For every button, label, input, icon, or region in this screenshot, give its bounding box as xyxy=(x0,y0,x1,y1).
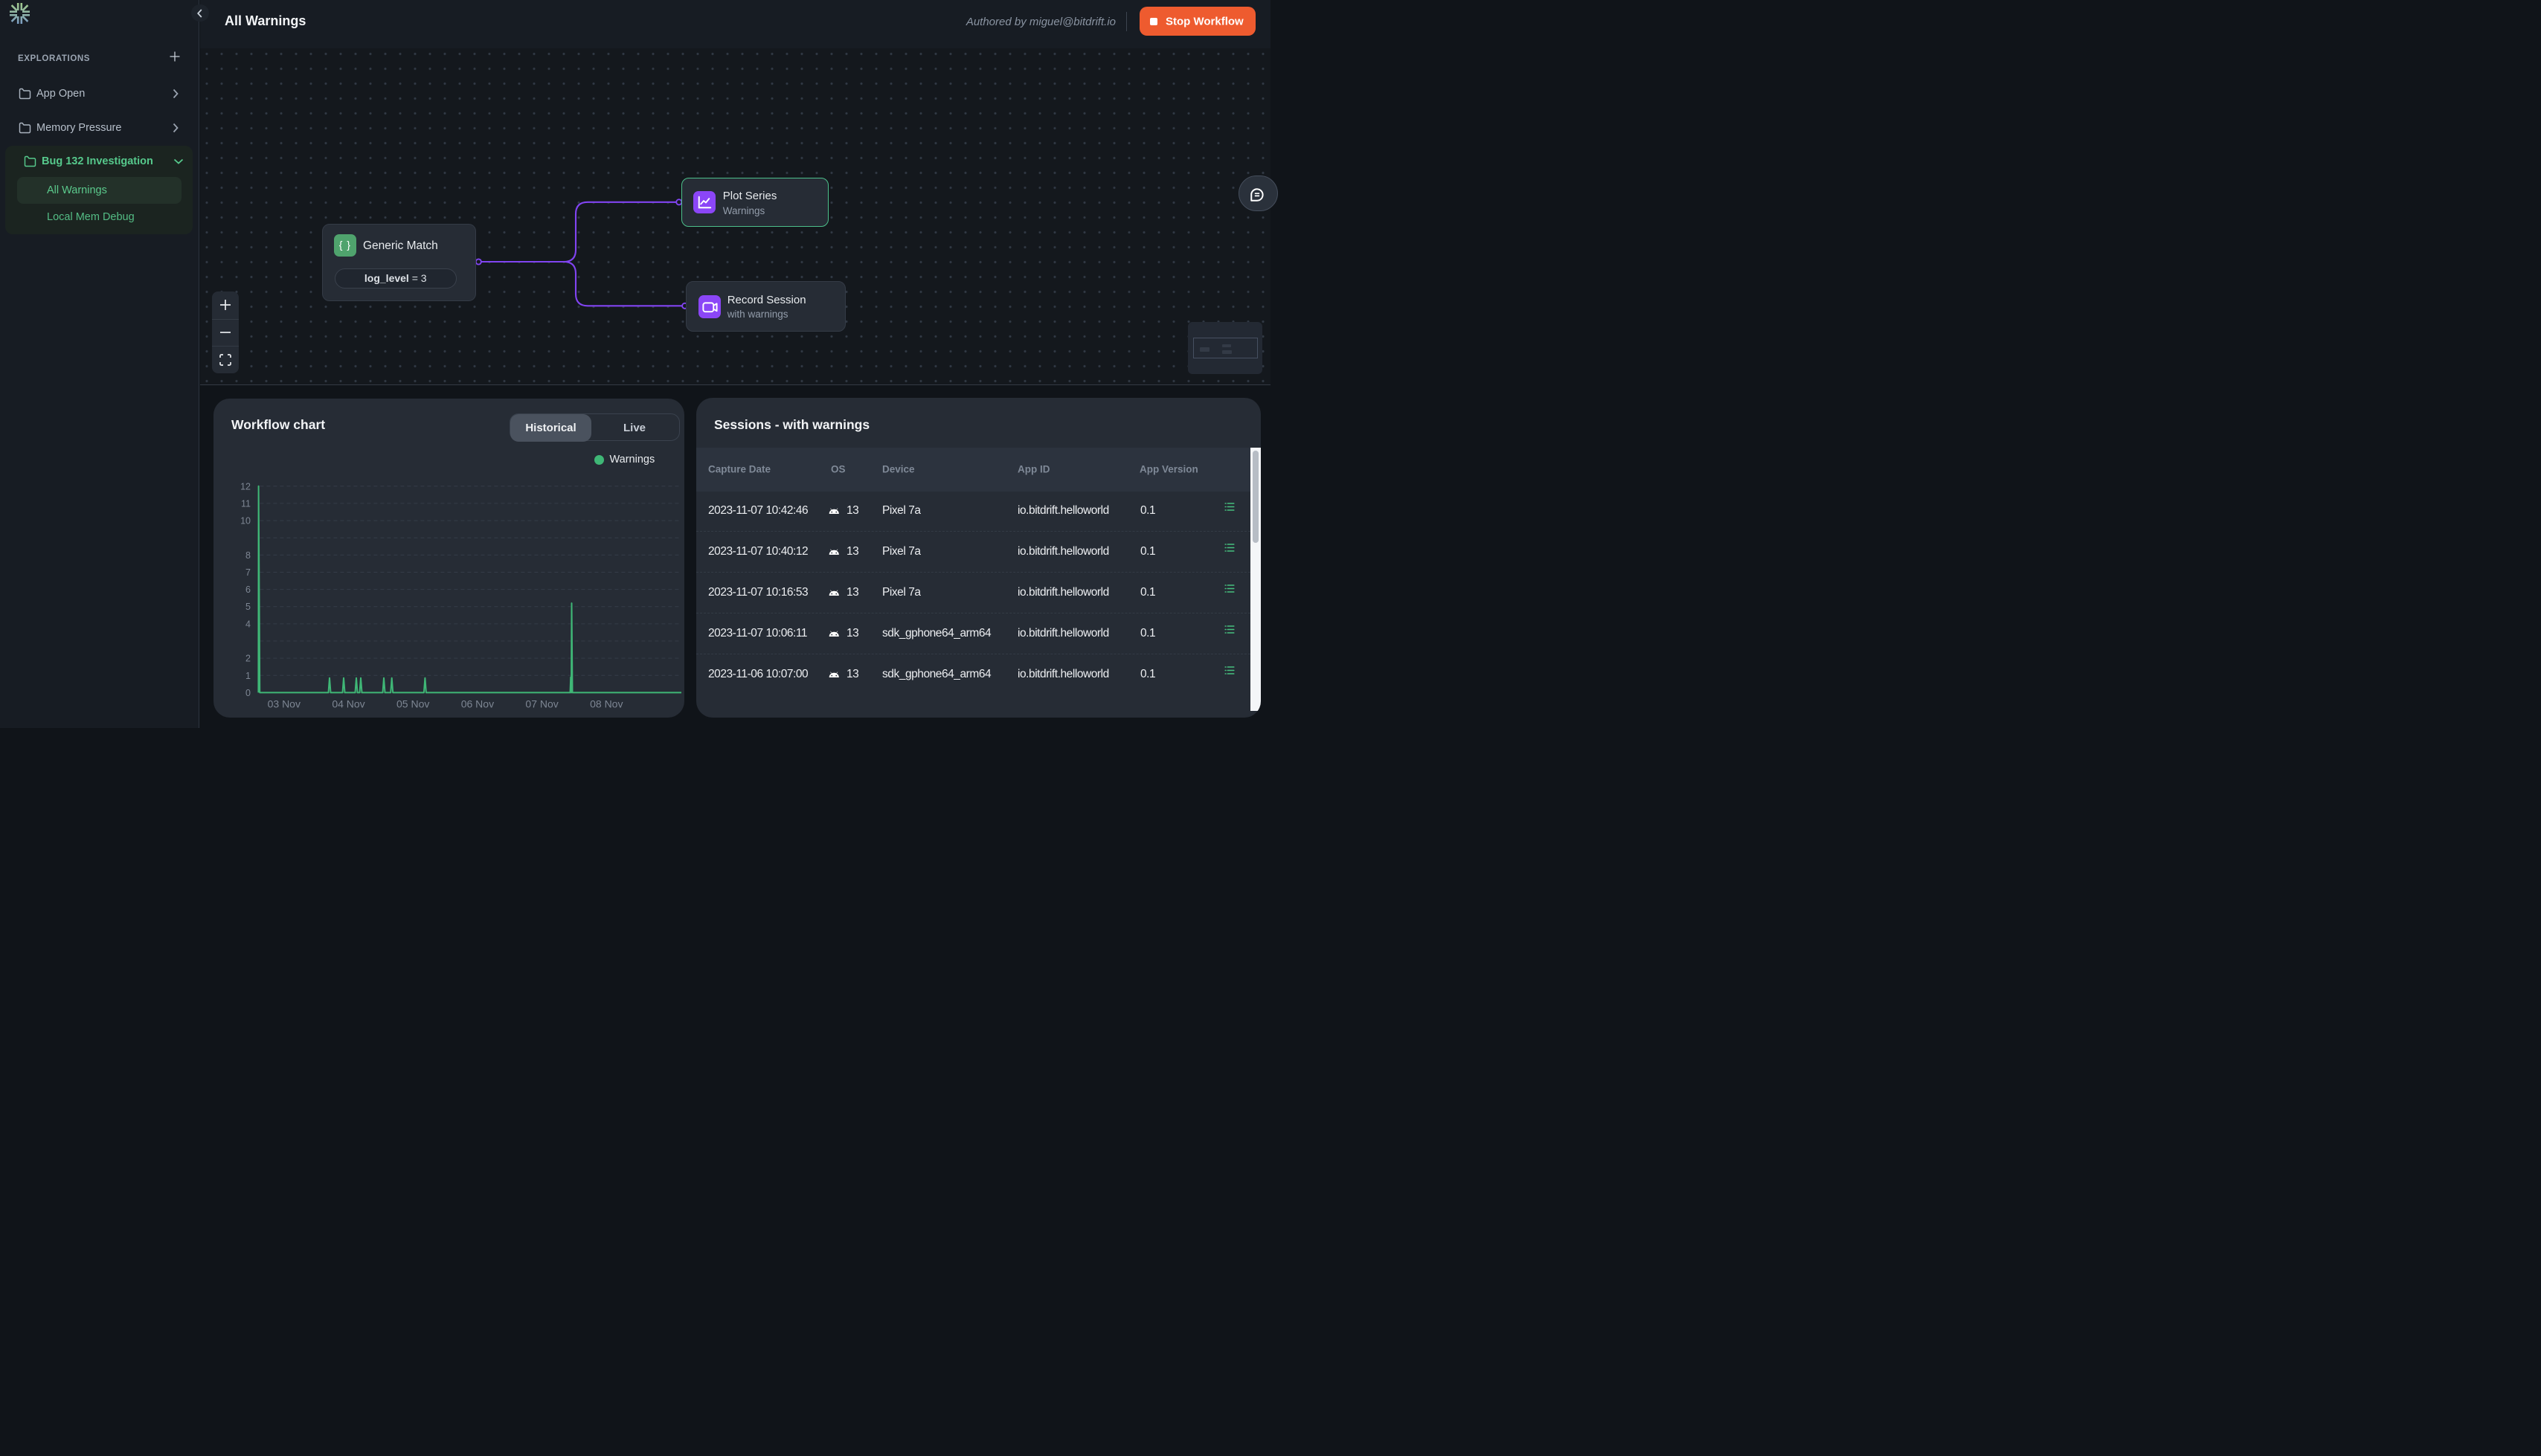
svg-text:6: 6 xyxy=(245,584,251,595)
svg-text:7: 7 xyxy=(245,567,251,577)
svg-text:04 Nov: 04 Nov xyxy=(332,698,364,709)
svg-text:06 Nov: 06 Nov xyxy=(461,698,494,709)
svg-text:07 Nov: 07 Nov xyxy=(525,698,558,709)
svg-text:2: 2 xyxy=(245,653,251,663)
svg-text:1: 1 xyxy=(245,670,251,680)
svg-text:12: 12 xyxy=(240,481,251,492)
svg-text:10: 10 xyxy=(240,515,251,526)
svg-text:0: 0 xyxy=(245,687,251,698)
svg-text:05 Nov: 05 Nov xyxy=(396,698,429,709)
svg-text:11: 11 xyxy=(241,498,251,509)
svg-text:08 Nov: 08 Nov xyxy=(590,698,623,709)
svg-text:4: 4 xyxy=(245,619,251,629)
svg-text:03 Nov: 03 Nov xyxy=(268,698,301,709)
svg-text:5: 5 xyxy=(245,602,251,612)
svg-text:8: 8 xyxy=(245,550,251,560)
